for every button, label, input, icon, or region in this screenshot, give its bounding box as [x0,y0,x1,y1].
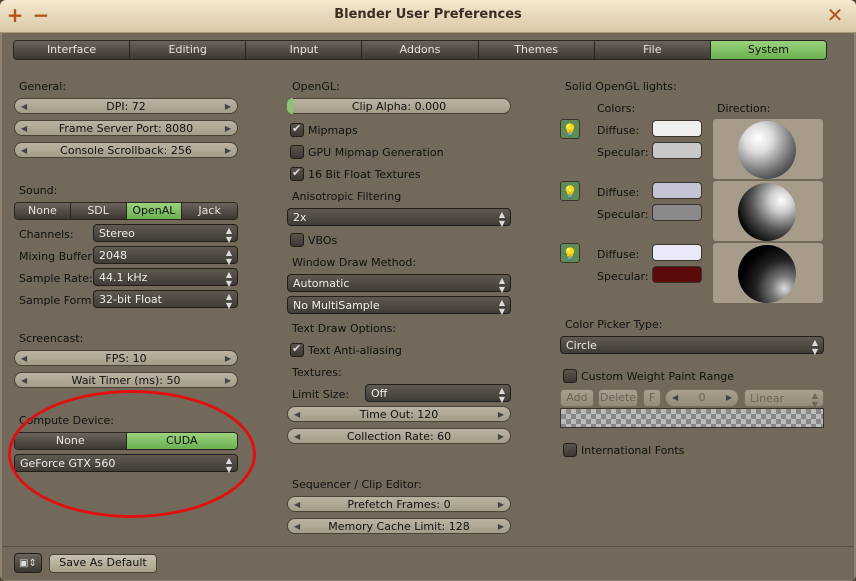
window-draw-label: Window Draw Method: [292,256,417,269]
color-picker-label: Color Picker Type: [565,318,663,331]
window-title: Blender User Preferences [334,7,522,22]
lightbulb-icon[interactable]: 💡 [560,243,580,263]
limit-size-label: Limit Size: [292,388,350,401]
vbos-label: VBOs [308,234,338,247]
diffuse-label: Diffuse: [597,186,640,199]
window-draw-select[interactable]: Automatic ▲ ▼ [287,274,511,294]
colors-label: Colors: [597,102,636,115]
tab-interface[interactable]: Interface [14,41,131,59]
interpolation-select[interactable]: Linear ▲ ▼ [744,389,824,409]
tab-addons[interactable]: Addons [362,41,479,59]
clip-alpha-slider[interactable]: Clip Alpha: 0.000 [287,98,511,114]
international-fonts-checkbox[interactable] [563,443,577,457]
channels-label: Channels: [19,228,74,241]
tab-system[interactable]: System [710,41,826,59]
title-bar: + − Blender User Preferences ✕ [0,0,856,33]
general-heading: General: [19,80,67,93]
sample-rate-label: Sample Rate: [19,272,93,285]
light1-specular-swatch[interactable] [652,142,702,159]
specular-label: Specular: [597,270,649,283]
color-ramp[interactable] [560,408,824,428]
limit-size-select[interactable]: Off ▲ ▼ [365,384,511,404]
specular-label: Specular: [597,146,649,159]
screencast-heading: Screencast: [19,332,84,345]
text-aa-label: Text Anti-aliasing [308,344,402,357]
sequencer-heading: Sequencer / Clip Editor: [292,478,422,491]
lightbulb-icon[interactable]: 💡 [560,181,580,201]
weight-paint-checkbox[interactable] [563,369,577,383]
tab-editing[interactable]: Editing [130,41,247,59]
mixing-buffer-select[interactable]: 2048 ▲ ▼ [93,246,238,266]
sound-option-jack[interactable]: Jack [182,203,237,219]
mipmaps-label: Mipmaps [308,124,358,137]
lightbulb-icon[interactable]: 💡 [560,119,580,139]
gpu-mipmap-label: GPU Mipmap Generation [308,146,444,159]
light3-direction[interactable] [713,243,823,303]
color-picker-select[interactable]: Circle ▲ ▼ [560,336,824,356]
tab-bar: Interface Editing Input Addons Themes Fi… [13,40,827,60]
sample-rate-select[interactable]: 44.1 kHz ▲ ▼ [93,268,238,288]
mixing-buffer-label: Mixing Buffer [19,250,92,263]
sound-heading: Sound: [19,184,58,197]
light2-specular-swatch[interactable] [652,204,702,221]
text-draw-label: Text Draw Options: [292,322,397,335]
diffuse-label: Diffuse: [597,248,640,261]
light2-direction[interactable] [713,181,823,241]
memory-cache-field[interactable]: ◀ Memory Cache Limit: 128 ▶ [287,518,511,534]
opengl-heading: OpenGL: [292,80,340,93]
f-button[interactable]: F [643,389,661,407]
sound-option-openal[interactable]: OpenAL [126,203,183,219]
save-as-default-button[interactable]: Save As Default [49,554,157,573]
sound-device-selector: None SDL OpenAL Jack [14,202,238,220]
channels-select[interactable]: Stereo ▲ ▼ [93,224,238,244]
tab-themes[interactable]: Themes [478,41,595,59]
sound-option-sdl[interactable]: SDL [70,203,127,219]
light1-direction[interactable] [713,119,823,179]
specular-label: Specular: [597,208,649,221]
international-fonts-label: International Fonts [581,444,685,457]
fps-field[interactable]: ◀ FPS: 10 ▶ [14,350,238,366]
close-icon[interactable]: ✕ [824,3,846,27]
tab-file[interactable]: File [594,41,711,59]
aniso-label: Anisotropic Filtering [292,190,402,203]
preferences-window: + − Blender User Preferences ✕ Interface… [0,0,856,581]
time-out-field[interactable]: ◀ Time Out: 120 ▶ [287,406,511,422]
light3-specular-swatch[interactable] [652,266,702,283]
weight-paint-label: Custom Weight Paint Range [581,370,735,383]
prefetch-frames-field[interactable]: ◀ Prefetch Frames: 0 ▶ [287,496,511,512]
wait-timer-field[interactable]: ◀ Wait Timer (ms): 50 ▶ [14,372,238,388]
sample-form-select[interactable]: 32-bit Float ▲ ▼ [93,290,238,310]
float-textures-checkbox[interactable] [290,166,304,181]
light3-diffuse-swatch[interactable] [652,244,702,261]
light1-diffuse-swatch[interactable] [652,120,702,137]
add-button[interactable]: Add [560,389,594,407]
sound-option-none[interactable]: None [15,203,71,219]
direction-label: Direction: [717,102,771,115]
dpi-field[interactable]: ◀ DPI: 72 ▶ [14,98,238,114]
delete-button[interactable]: Delete [598,389,638,407]
frame-server-port-field[interactable]: ◀ Frame Server Port: 8080 ▶ [14,120,238,136]
highlight-circle [8,390,256,518]
mipmaps-checkbox[interactable] [290,122,304,137]
editor-type-icon[interactable]: ▣⇕ [14,553,42,573]
collection-rate-field[interactable]: ◀ Collection Rate: 60 ▶ [287,428,511,444]
float-textures-label: 16 Bit Float Textures [308,168,421,181]
tab-input[interactable]: Input [246,41,363,59]
text-aa-checkbox[interactable] [290,342,304,357]
vbos-checkbox[interactable] [290,233,304,247]
multisample-select[interactable]: No MultiSample ▲ ▼ [287,296,511,316]
light2-diffuse-swatch[interactable] [652,182,702,199]
textures-label: Textures: [292,366,342,379]
diffuse-label: Diffuse: [597,124,640,137]
sample-form-label: Sample Form [19,294,92,307]
console-scrollback-field[interactable]: ◀ Console Scrollback: 256 ▶ [14,142,238,158]
aniso-select[interactable]: 2x ▲ ▼ [287,208,511,228]
gpu-mipmap-checkbox[interactable] [290,145,304,159]
weight-position-field[interactable]: ◀ 0 ▶ [665,389,739,407]
lights-heading: Solid OpenGL lights: [565,80,677,93]
clip-alpha-fill [287,98,293,114]
